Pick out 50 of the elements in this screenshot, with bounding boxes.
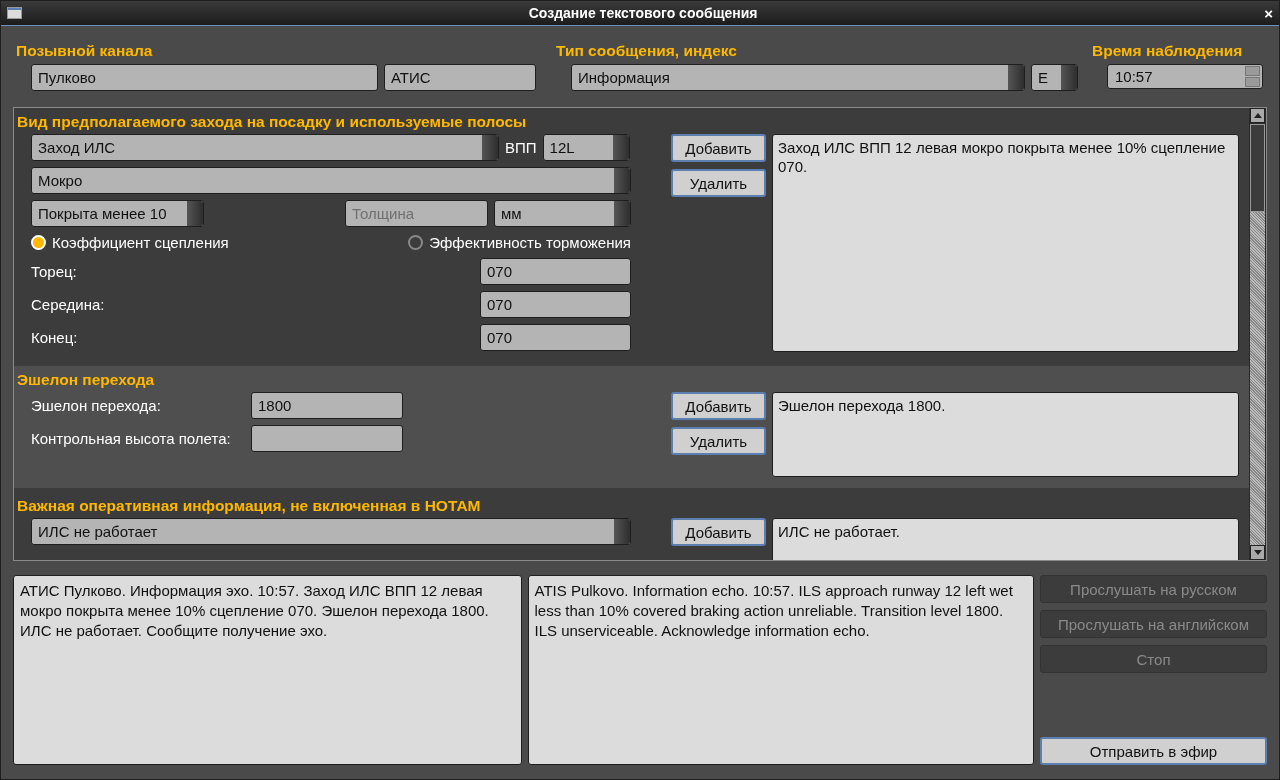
text-field[interactable]: Пулково [31,64,378,91]
section-title: Вид предполагаемого захода на посадку и используемые полосы [17,113,528,132]
scroll-thumb[interactable] [1250,124,1265,212]
field-label: ВПП [505,139,537,156]
button[interactable]: Отправить в эфир [1040,737,1267,765]
field-label: Середина: [31,296,106,313]
combo-box[interactable]: Мокро [31,167,631,194]
scroll-up-icon[interactable] [1250,108,1265,123]
button[interactable]: Добавить [671,518,766,546]
scroll-down-icon[interactable] [1250,545,1265,560]
close-button[interactable]: × [1264,4,1273,22]
field-label: Эшелон перехода: [31,397,162,414]
field-label: Контрольная высота полета: [31,430,232,447]
field-label: Торец: [31,263,78,280]
field-label: Конец: [31,329,79,346]
group-label: Позывной канала [16,42,154,61]
combo-box[interactable]: Информация [571,64,1025,91]
button[interactable]: Удалить [671,169,766,197]
text-area[interactable]: Заход ИЛС ВПП 12 левая мокро покрыта менее 10% сцепление 070. [772,134,1239,352]
text-field[interactable]: АТИС [384,64,536,91]
text-field[interactable] [251,425,403,452]
time-spinbox[interactable]: 10:57 [1107,64,1263,89]
radio-label: Эффективность торможения [429,234,631,251]
combo-box[interactable]: Покрыта менее 10 [31,200,204,227]
text-area[interactable]: АТИС Пулково. Информация эхо. 10:57. Заход ИЛС ВПП 12 левая мокро покрыта менее 10% сцепление 070. Эшелон перехода 1800. ИЛС не работает. Сообщите получение эхо. [13,575,522,765]
section-title: Эшелон перехода [17,371,156,390]
text-area[interactable]: ATIS Pulkovo. Information echo. 10:57. ILS approach runway 12 left wet less than 10% covered braking action unreliable. Transition level 1800. ILS unserviceable. Acknowledge information echo. [527,575,1034,765]
text-field[interactable]: 070 [480,258,631,285]
combo-box[interactable]: Заход ИЛС [31,134,499,161]
button[interactable]: Добавить [671,134,766,162]
group-label: Время наблюдения [1092,42,1244,61]
button[interactable]: Удалить [671,427,766,455]
window-title: Создание текстового сообщения [527,5,759,21]
text-area[interactable]: Эшелон перехода 1800. [772,392,1239,477]
combo-box[interactable]: 12L [542,134,630,161]
text-field[interactable]: 1800 [251,392,403,419]
combo-box[interactable]: E [1031,64,1078,91]
window-icon [7,7,22,19]
text-field[interactable]: 070 [480,324,631,351]
button[interactable]: Добавить [671,392,766,420]
text-field[interactable]: 070 [480,291,631,318]
radio-button[interactable] [408,235,424,250]
radio-label: Коэффициент сцепления [52,234,229,251]
scrollbar[interactable] [1249,108,1266,560]
combo-box[interactable]: мм [494,200,631,227]
section-title: Важная оперативная информация, не включенная в НОТАМ [17,497,482,516]
text-area[interactable]: ИЛС не работает. [772,518,1239,560]
text-field[interactable]: Толщина [345,200,488,227]
combo-box[interactable]: ИЛС не работает [31,518,631,545]
group-label: Тип сообщения, индекс [556,42,738,61]
